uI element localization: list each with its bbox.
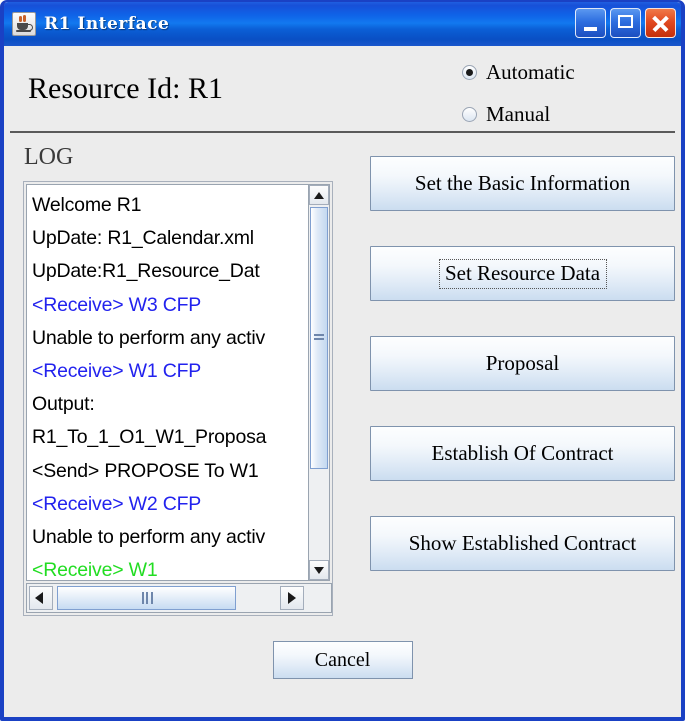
log-entry: <Send> PROPOSE To W1 <box>32 459 259 482</box>
log-entry: <Receive> W1 CFP <box>32 360 202 383</box>
log-entry: R1_To_1_O1_W1_Proposa <box>32 426 267 449</box>
minimize-button[interactable] <box>575 8 606 38</box>
proposal-button[interactable]: Proposal <box>370 336 675 391</box>
scroll-right-arrow-icon[interactable] <box>280 586 304 610</box>
log-panel: Welcome R1 UpDate: R1_Calendar.xml UpDate:… <box>23 181 333 616</box>
show-established-contract-button[interactable]: Show Established Contract <box>370 516 675 571</box>
log-horizontal-scrollbar[interactable] <box>26 583 332 613</box>
action-button-label: Show Established Contract <box>408 531 637 555</box>
action-button-label: Set the Basic Information <box>414 171 631 195</box>
application-window: R1 Interface Resource Id: R1 Automatic M… <box>0 0 685 721</box>
horizontal-scroll-thumb[interactable] <box>57 586 236 610</box>
log-entry: Unable to perform any activ <box>32 526 266 549</box>
log-entry: UpDate: R1_Calendar.xml <box>32 227 254 250</box>
log-entry: Output: <box>32 393 95 416</box>
log-entry: Unable to perform any activ <box>32 326 266 349</box>
close-button[interactable] <box>645 8 676 38</box>
page-title: Resource Id: R1 <box>28 72 223 105</box>
set-resource-data-button[interactable]: Set Resource Data <box>370 246 675 301</box>
log-lines-container: Welcome R1 UpDate: R1_Calendar.xml UpDate:… <box>27 185 308 581</box>
radio-option-automatic[interactable]: Automatic <box>462 56 575 88</box>
log-entry: <Receive> W1 <box>32 559 158 581</box>
radio-automatic-indicator[interactable] <box>462 64 477 80</box>
footer-section: Cancel <box>4 641 681 679</box>
cancel-button[interactable]: Cancel <box>272 641 413 679</box>
establish-of-contract-button[interactable]: Establish Of Contract <box>370 426 675 481</box>
vertical-scroll-thumb[interactable] <box>310 207 328 469</box>
maximize-button[interactable] <box>610 8 641 38</box>
action-button-label: Proposal <box>485 351 560 375</box>
radio-automatic-label: Automatic <box>486 59 575 84</box>
title-bar: R1 Interface <box>4 2 681 46</box>
client-area: Resource Id: R1 Automatic Manual LOG Wel… <box>4 46 681 717</box>
mode-radio-group: Automatic Manual <box>462 56 575 140</box>
window-title: R1 Interface <box>44 14 170 34</box>
log-entry: <Receive> W2 CFP <box>32 492 202 515</box>
focus-ring <box>438 258 607 289</box>
scroll-left-arrow-icon[interactable] <box>29 586 53 610</box>
log-textarea[interactable]: Welcome R1 UpDate: R1_Calendar.xml UpDate:… <box>26 184 309 581</box>
java-cup-icon <box>12 12 36 36</box>
radio-option-manual[interactable]: Manual <box>462 98 575 130</box>
radio-manual-indicator[interactable] <box>462 106 477 122</box>
scroll-up-arrow-icon[interactable] <box>309 185 329 205</box>
radio-manual-label: Manual <box>486 101 551 126</box>
log-label: LOG <box>24 144 74 170</box>
action-button-label: Establish Of Contract <box>431 441 614 465</box>
set-basic-information-button[interactable]: Set the Basic Information <box>370 156 675 211</box>
log-entry: UpDate:R1_Resource_Dat <box>32 260 260 283</box>
log-entry: <Receive> W3 CFP <box>32 293 202 316</box>
action-button-group: Set the Basic Information Set Resource Da… <box>370 156 675 606</box>
window-controls <box>575 8 676 38</box>
scroll-down-arrow-icon[interactable] <box>309 560 329 580</box>
header-divider <box>10 131 675 133</box>
header-section: Resource Id: R1 Automatic Manual <box>4 46 681 131</box>
log-vertical-scrollbar[interactable] <box>308 184 330 581</box>
log-entry: Welcome R1 <box>32 194 142 216</box>
